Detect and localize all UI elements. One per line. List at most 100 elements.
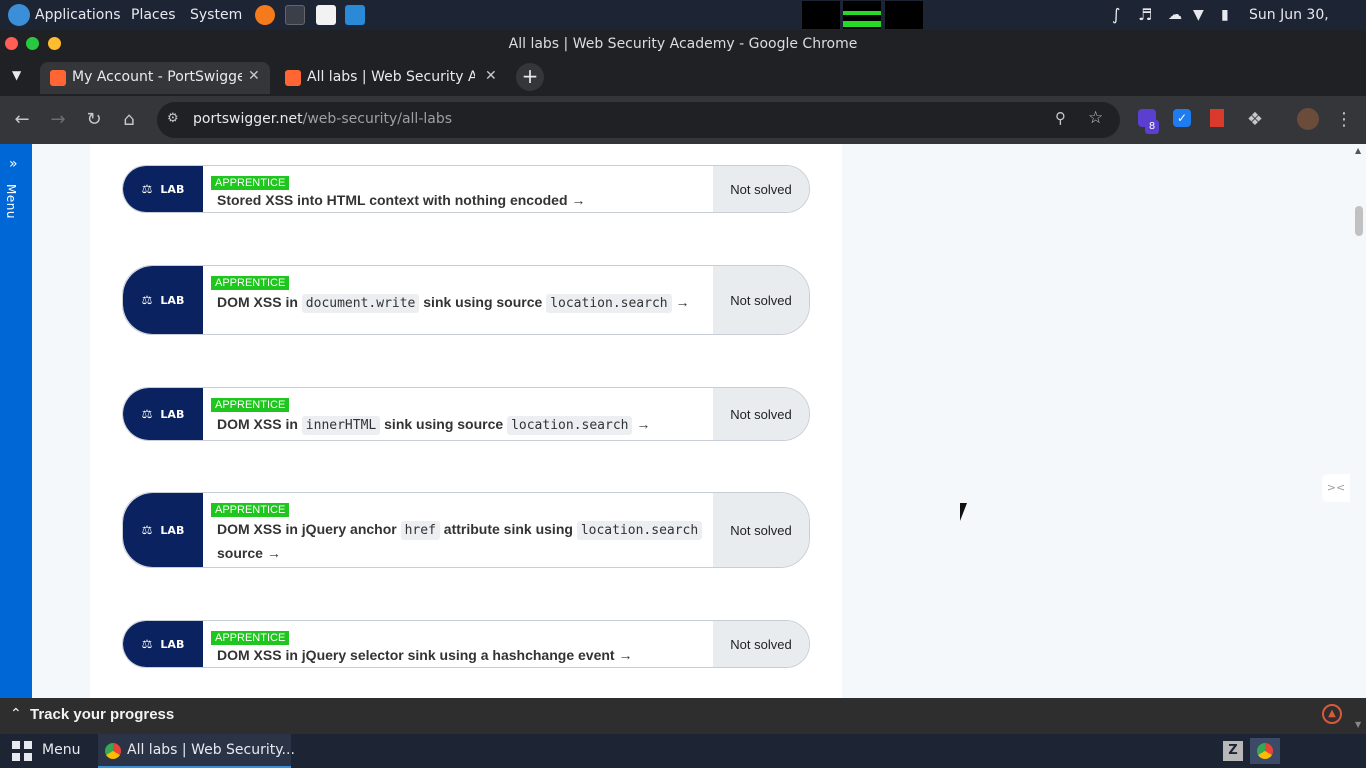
flask-icon: ⚖ (141, 523, 153, 537)
memory-monitor-graph (843, 1, 881, 29)
chevron-up-icon[interactable]: ⌃ (10, 706, 22, 722)
lab-pill: ⚖ LAB (123, 493, 203, 567)
system-menu[interactable]: System (190, 0, 242, 30)
new-tab-button[interactable]: + (516, 63, 544, 91)
vscode-icon[interactable] (345, 5, 365, 25)
mouse-cursor (960, 503, 967, 521)
chrome-tray-icon[interactable] (1250, 738, 1280, 764)
collapse-up-icon[interactable]: ▲ (1322, 704, 1342, 724)
more-menu-icon[interactable]: ⋮ (1332, 108, 1356, 132)
lab-pill: ⚖ LAB (123, 266, 203, 334)
places-menu[interactable]: Places (131, 0, 176, 30)
zoom-icon[interactable]: ⚲ (1055, 109, 1066, 127)
forward-icon[interactable]: → (46, 108, 70, 132)
apprentice-badge: APPRENTICE (211, 398, 290, 412)
cloud-icon[interactable]: ☁ (1168, 0, 1182, 30)
window-title: All labs | Web Security Academy - Google… (508, 36, 858, 52)
scroll-up-icon[interactable]: ▲ (1355, 146, 1361, 155)
lab-card[interactable]: ⚖ LAB APPRENTICE Stored XSS into HTML con… (122, 165, 810, 213)
home-icon[interactable]: ⌂ (117, 108, 141, 132)
address-bar[interactable]: ⚙ portswigger.net/web-security/all-labs … (157, 102, 1120, 138)
flask-icon: ⚖ (141, 182, 153, 196)
lab-title-link[interactable]: DOM XSS in innerHTML sink using source l… (217, 413, 709, 437)
start-menu-grid-icon[interactable] (12, 741, 32, 761)
reload-icon[interactable]: ↻ (82, 108, 106, 132)
flask-icon: ⚖ (141, 637, 153, 651)
apprentice-badge: APPRENTICE (211, 631, 290, 645)
tab-strip: ▼ My Account - PortSwigger ✕ All labs | … (0, 58, 1366, 96)
filezilla-icon[interactable]: Z (1223, 741, 1243, 761)
lab-status: Not solved (713, 166, 809, 212)
portswigger-favicon-icon (50, 70, 66, 86)
apprentice-badge: APPRENTICE (211, 276, 290, 290)
scrollbar-thumb[interactable] (1355, 206, 1363, 236)
profile-avatar[interactable] (1297, 108, 1319, 130)
lab-card[interactable]: ⚖ LAB APPRENTICE DOM XSS in jQuery anchor… (122, 492, 810, 568)
lab-pill: ⚖ LAB (123, 166, 203, 212)
clock[interactable]: Sun Jun 30, 10:49 (1249, 0, 1366, 53)
lab-status: Not solved (713, 493, 809, 567)
lab-title-link[interactable]: DOM XSS in document.write sink using sou… (217, 291, 709, 315)
side-menu[interactable]: » Menu (0, 144, 32, 698)
cpu-monitor-graph (802, 1, 840, 29)
lab-title-link[interactable]: DOM XSS in jQuery selector sink using a … (217, 644, 709, 667)
url-host: portswigger.net (193, 111, 303, 127)
lab-pill: ⚖ LAB (123, 388, 203, 440)
track-progress-label[interactable]: Track your progress (30, 706, 174, 723)
flask-icon: ⚖ (141, 407, 153, 421)
tab-search-button[interactable]: ▼ (12, 68, 21, 82)
lab-status: Not solved (713, 266, 809, 334)
lab-pill: ⚖ LAB (123, 621, 203, 667)
arrow-right-icon: → (266, 545, 281, 561)
back-icon[interactable]: ← (10, 108, 34, 132)
side-menu-label[interactable]: Menu (4, 184, 18, 219)
track-progress-bar[interactable]: ⌃ Track your progress ▲ ▼ (0, 698, 1366, 734)
system-top-panel: Applications Places System ∫ ♬ ☁ ▼ ▮ Sun… (0, 0, 1366, 53)
start-menu-button[interactable]: Menu (42, 742, 80, 758)
firefox-icon[interactable] (255, 5, 275, 25)
applications-menu[interactable]: Applications (35, 0, 121, 30)
close-tab-icon[interactable]: ✕ (248, 68, 260, 84)
taskbar: Menu All labs | Web Security... Z (0, 734, 1366, 768)
taskbar-window-chrome[interactable]: All labs | Web Security... (98, 734, 295, 768)
battery-icon[interactable]: ▮ (1221, 0, 1229, 30)
site-info-icon[interactable]: ⚙ (167, 111, 179, 126)
lab-card[interactable]: ⚖ LAB APPRENTICE DOM XSS in document.writ… (122, 265, 810, 335)
wifi-icon[interactable]: ▼ (1193, 0, 1204, 30)
apprentice-badge: APPRENTICE (211, 503, 290, 517)
lab-title-link[interactable]: Stored XSS into HTML context with nothin… (217, 189, 709, 212)
distro-logo-icon[interactable] (8, 4, 30, 26)
expand-menu-icon[interactable]: » (9, 156, 18, 172)
flask-icon: ⚖ (141, 293, 153, 307)
window-titlebar[interactable]: All labs | Web Security Academy - Google… (0, 30, 1366, 58)
arrow-right-icon: → (571, 192, 586, 208)
lab-title-link[interactable]: DOM XSS in jQuery anchor href attribute … (217, 518, 709, 565)
bluetooth-icon[interactable]: ∫ (1112, 0, 1120, 30)
extension-badge: 8 (1145, 120, 1159, 134)
lab-card[interactable]: ⚖ LAB APPRENTICE DOM XSS in innerHTML sin… (122, 387, 810, 441)
lab-card[interactable]: ⚖ LAB APPRENTICE DOM XSS in jQuery select… (122, 620, 810, 668)
tab-all-labs[interactable]: All labs | Web Security Academy ✕ (275, 62, 507, 94)
extensions-puzzle-icon[interactable]: ❖ (1243, 108, 1267, 132)
checkmark-extension-icon[interactable]: ✓ (1173, 109, 1191, 127)
tab-my-account[interactable]: My Account - PortSwigger ✕ (40, 62, 270, 94)
text-editor-icon[interactable] (316, 5, 336, 25)
bookmark-extension-icon[interactable] (1210, 109, 1224, 127)
close-tab-icon[interactable]: ✕ (485, 68, 497, 84)
chrome-icon (105, 743, 121, 759)
terminal-icon[interactable] (285, 5, 305, 25)
url-path: /web-security/all-labs (302, 111, 453, 127)
portswigger-favicon-icon (285, 70, 301, 86)
page-scrollbar[interactable]: ▲ (1352, 144, 1366, 698)
bookmark-star-icon[interactable]: ☆ (1088, 108, 1103, 128)
volume-icon[interactable]: ♬ (1138, 0, 1152, 30)
floating-widget-icon[interactable]: >< (1322, 474, 1350, 502)
arrow-right-icon: → (636, 416, 651, 432)
page-viewport: » Menu ⚖ LAB APPRENTICE Stored XSS into H… (0, 144, 1366, 698)
arrow-right-icon: → (675, 294, 690, 310)
lab-status: Not solved (713, 388, 809, 440)
network-monitor-graph (885, 1, 923, 29)
arrow-right-icon: → (618, 647, 633, 663)
apprentice-badge: APPRENTICE (211, 176, 290, 190)
scroll-down-icon[interactable]: ▼ (1355, 720, 1361, 729)
